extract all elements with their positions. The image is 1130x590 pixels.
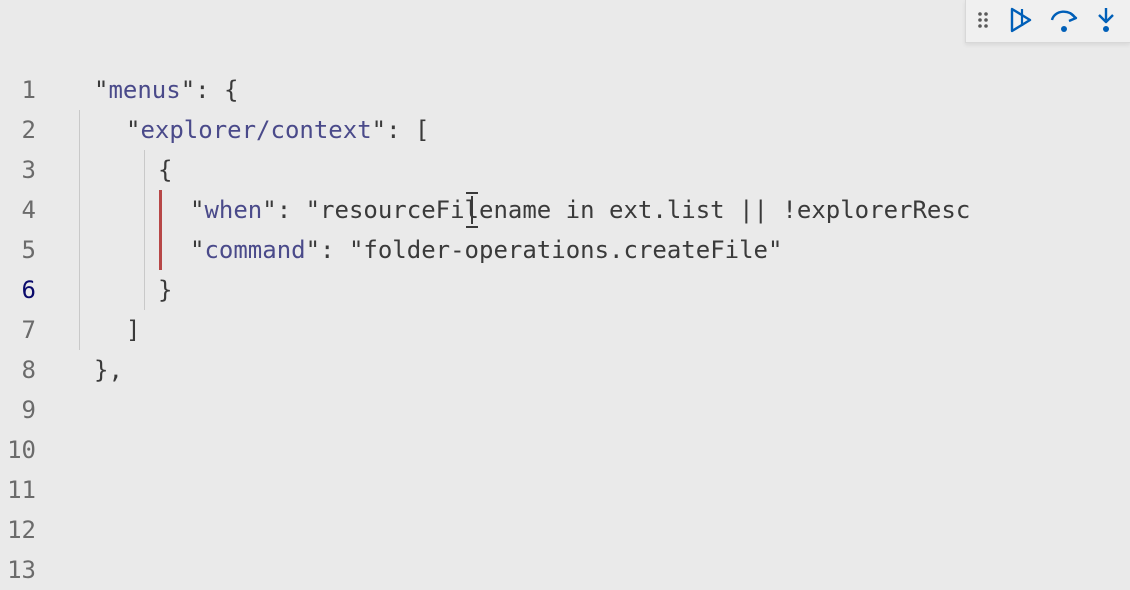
code-area[interactable]: "menus": { "explorer/context": [ { "when": … [44,70,1130,590]
code-content [44,556,62,584]
code-line[interactable]: ] [44,310,1130,350]
code-line[interactable]: { [44,150,1130,190]
code-content: }, [44,356,123,384]
code-line[interactable]: "command": "folder-operations.createFile… [44,230,1130,270]
code-content: } [44,276,172,304]
drag-handle-icon[interactable] [976,9,994,31]
run-debug-icon[interactable] [1008,6,1034,34]
step-into-icon[interactable] [1094,6,1118,34]
code-content [44,436,62,464]
code-content: "command": "folder-operations.createFile… [44,236,782,264]
step-over-icon[interactable] [1048,6,1080,34]
code-content: { [44,156,172,184]
code-content: "menus": { [44,76,239,104]
line-number: 4 [0,190,36,230]
code-content [44,476,62,504]
line-number: 5 [0,230,36,270]
code-content: ] [44,316,140,344]
line-number: 9 [0,390,36,430]
code-line[interactable]: "when": "resourceFilename in ext.list ||… [44,190,1130,230]
code-content [44,516,62,544]
line-number: 6 [0,270,36,310]
code-line[interactable] [44,390,1130,430]
code-line[interactable]: } [44,270,1130,310]
code-content [44,396,62,424]
code-line[interactable]: "explorer/context": [ [44,110,1130,150]
line-number: 1 [0,70,36,110]
line-number: 10 [0,430,36,470]
code-editor[interactable]: 12345678910111213 "menus": {"explorer/co… [0,0,1130,590]
line-number: 13 [0,550,36,590]
code-line[interactable] [44,510,1130,550]
line-number-gutter: 12345678910111213 [0,70,44,590]
line-number: 11 [0,470,36,510]
code-line[interactable]: }, [44,350,1130,390]
line-number: 2 [0,110,36,150]
code-content: "when": "resourceFilename in ext.list ||… [44,196,970,224]
line-number: 12 [0,510,36,550]
line-number: 7 [0,310,36,350]
code-content: "explorer/context": [ [44,116,429,144]
line-number: 3 [0,150,36,190]
code-line[interactable]: "menus": { [44,70,1130,110]
line-number: 8 [0,350,36,390]
code-line[interactable] [44,430,1130,470]
code-line[interactable] [44,550,1130,590]
code-line[interactable] [44,470,1130,510]
editor-toolbar [965,0,1130,43]
